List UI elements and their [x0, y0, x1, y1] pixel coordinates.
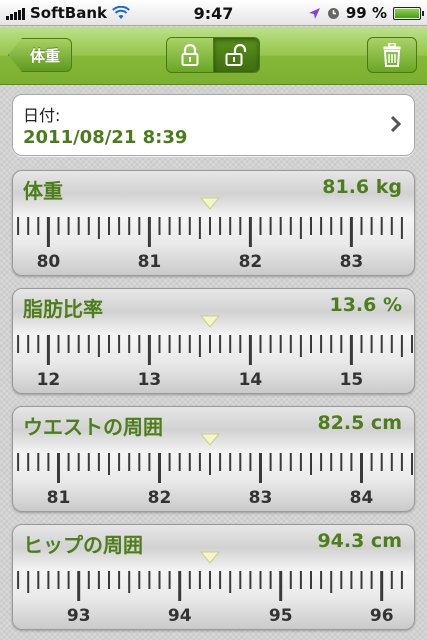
lock-segmented-control: [166, 37, 260, 73]
battery-level: [395, 8, 419, 18]
ruler-hip[interactable]: ヒップの周囲 94.3 cm 93 94 95 96: [12, 524, 415, 630]
battery-percent: 99 %: [345, 4, 387, 22]
tick-label: 82: [239, 252, 263, 272]
tick-label: 82: [148, 488, 172, 508]
ruler-scale[interactable]: 12 13 14 15: [13, 289, 415, 394]
clock-icon: [327, 7, 339, 19]
back-button[interactable]: 体重: [8, 38, 72, 72]
value-marker-icon: [199, 315, 221, 328]
ruler-waist[interactable]: ウエストの周囲 82.5 cm 81 82 83 84: [12, 406, 415, 512]
date-row[interactable]: 日付: 2011/08/21 8:39: [12, 94, 415, 156]
tick-label: 84: [350, 488, 374, 508]
value-marker-icon: [199, 433, 221, 446]
tick-label: 14: [239, 370, 263, 390]
tick-label: 80: [37, 252, 61, 272]
lock-icon: [181, 44, 199, 66]
tick-label: 12: [37, 370, 61, 390]
unlock-icon: [225, 44, 247, 66]
tick-label: 15: [340, 370, 364, 390]
tick-label: 96: [370, 606, 394, 626]
tick-label: 83: [340, 252, 364, 272]
status-right: 99 %: [308, 4, 424, 22]
date-value: 2011/08/21 8:39: [23, 127, 188, 148]
tick-label: 83: [249, 488, 273, 508]
tick-label: 81: [138, 252, 162, 272]
tick-label: 81: [47, 488, 71, 508]
delete-button[interactable]: [367, 37, 417, 73]
ruler-scale[interactable]: 93 94 95 96: [13, 525, 415, 630]
battery-icon: [393, 6, 424, 20]
ruler-scale[interactable]: 81 82 83 84: [13, 407, 415, 512]
unlock-segment[interactable]: [212, 38, 259, 72]
ruler-scale[interactable]: 80 81 82 83: [13, 171, 415, 276]
value-marker-icon: [199, 551, 221, 564]
trash-icon: [383, 43, 401, 67]
tick-label: 95: [269, 606, 293, 626]
tick-label: 13: [138, 370, 162, 390]
navigation-bar: 体重: [0, 27, 427, 85]
location-arrow-icon: [308, 7, 320, 19]
ruler-weight[interactable]: 体重 81.6 kg 80 81 82 83: [12, 170, 415, 276]
date-label: 日付:: [23, 106, 61, 125]
chevron-right-icon: [390, 115, 402, 133]
ruler-body-fat[interactable]: 脂肪比率 13.6 % 12 13 14 15: [12, 288, 415, 394]
status-bar: SoftBank 9:47 99 %: [0, 0, 427, 26]
lock-segment[interactable]: [167, 38, 213, 72]
tick-label: 93: [67, 606, 91, 626]
value-marker-icon: [199, 197, 221, 210]
tick-label: 94: [168, 606, 192, 626]
